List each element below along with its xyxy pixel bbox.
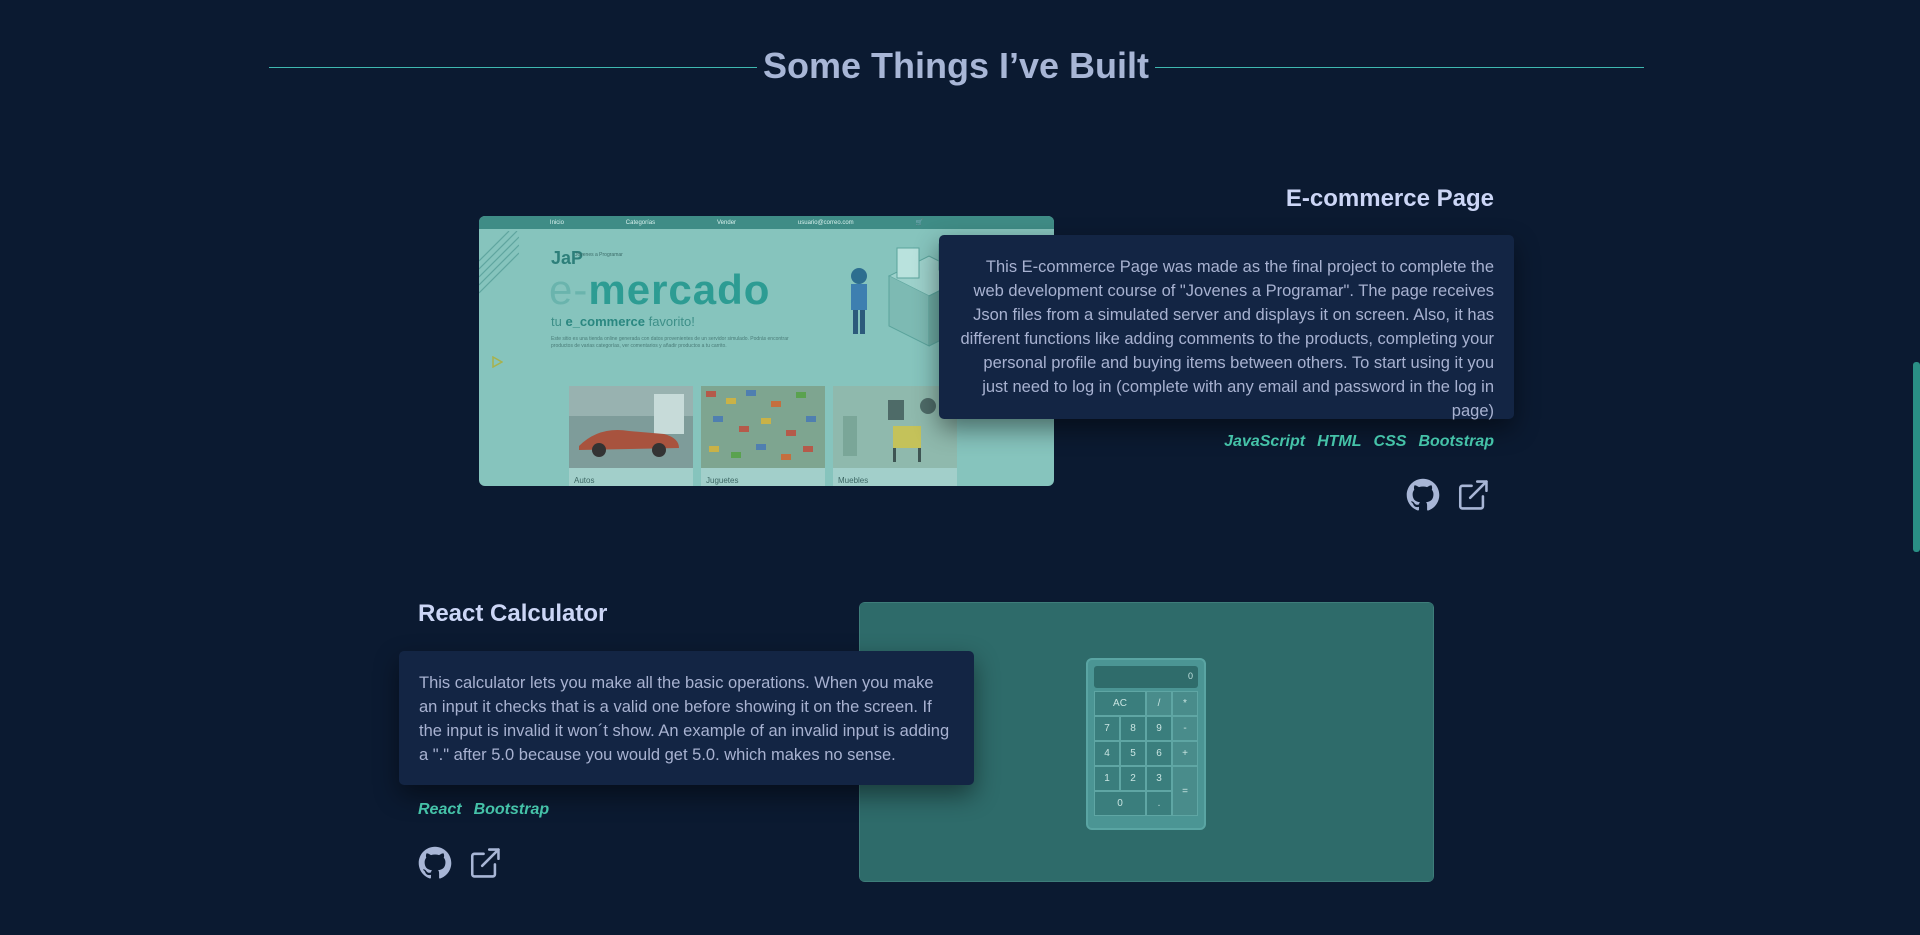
tag-bootstrap: Bootstrap: [473, 801, 550, 818]
mock-card-autos: Autos: [569, 386, 693, 486]
project-title: React Calculator: [418, 600, 608, 627]
project-links: [1406, 478, 1490, 512]
mock-headline: e-mercado: [549, 266, 771, 313]
calculator-display: 0: [1094, 666, 1198, 688]
project-links: [418, 846, 502, 880]
decoration-lines: [479, 231, 519, 294]
github-icon: [418, 846, 452, 879]
tag-html: HTML: [1317, 433, 1362, 450]
calculator-keys: AC / * 7 8 9 - 4 5 6 + 1 2 3 = 0 .: [1094, 691, 1198, 816]
project-title: E-commerce Page: [1285, 185, 1494, 212]
project-description: This E-commerce Page was made as the fin…: [939, 235, 1514, 420]
live-demo-link[interactable]: [468, 846, 502, 880]
tag-javascript: JavaScript: [1224, 433, 1306, 450]
github-link[interactable]: [1406, 478, 1440, 512]
tag-css: CSS: [1373, 433, 1407, 450]
github-link[interactable]: [418, 846, 452, 880]
project-description: This calculator lets you make all the ba…: [399, 651, 974, 785]
external-link-icon: [470, 848, 500, 878]
tag-bootstrap: Bootstrap: [1418, 433, 1494, 450]
calculator-mock: 0 AC / * 7 8 9 - 4 5 6 + 1 2 3 = 0 .: [1086, 658, 1206, 830]
tag-react: React: [418, 801, 462, 818]
mock-blurb: Este sitio es una tienda online generada…: [551, 336, 789, 349]
mock-navbar: Inicio Categorías Vender usuario@correo.…: [479, 216, 1054, 229]
mock-tagline: tu e_commerce favorito!: [551, 314, 695, 329]
github-icon: [1406, 478, 1440, 511]
live-demo-link[interactable]: [1456, 478, 1490, 512]
section-title: Some Things I’ve Built: [0, 44, 1912, 88]
play-triangle-icon: [492, 356, 503, 368]
tech-tags: JavaScript HTML CSS Bootstrap: [1224, 433, 1494, 451]
mock-card-juguetes: Juguetes: [701, 386, 825, 486]
scrollbar-thumb[interactable]: [1913, 362, 1920, 552]
external-link-icon: [1458, 480, 1488, 510]
tech-tags: React Bootstrap: [418, 801, 549, 819]
